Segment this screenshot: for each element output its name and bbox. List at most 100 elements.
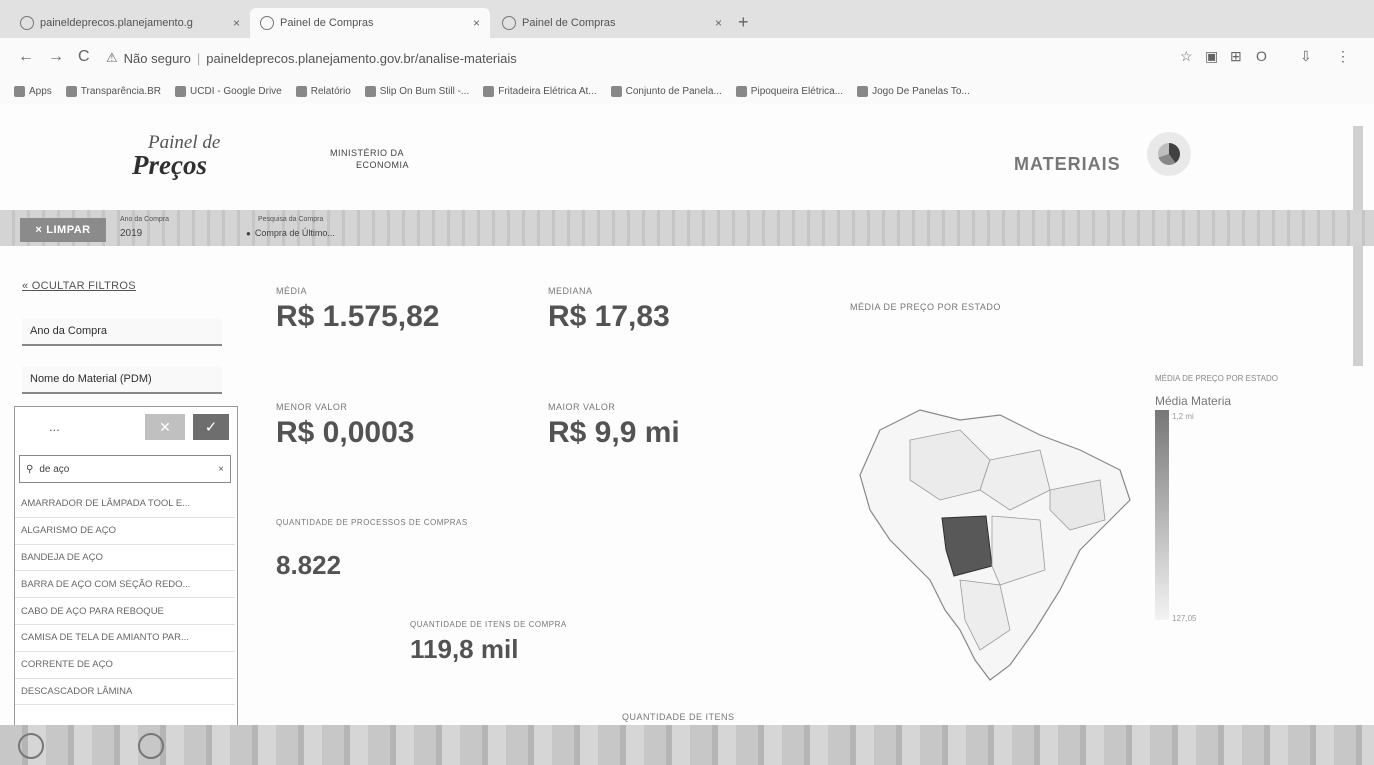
list-item[interactable]: ALGARISMO DE AÇO bbox=[15, 518, 235, 545]
scrollbar[interactable] bbox=[1353, 126, 1363, 366]
bookmark-icon bbox=[610, 85, 622, 97]
start-icon[interactable] bbox=[18, 733, 44, 759]
kpi-maior-value: R$ 9,9 mi bbox=[548, 416, 680, 449]
bookmarks-bar: Apps Transparência.BR UCDI - Google Driv… bbox=[0, 78, 1374, 105]
close-tab-icon[interactable]: × bbox=[715, 16, 722, 30]
filter-year[interactable]: Ano da Compra bbox=[22, 318, 222, 346]
bookmark-icon bbox=[65, 85, 77, 97]
confirm-selection-button[interactable]: ✓ bbox=[193, 414, 229, 440]
security-label: Não seguro bbox=[123, 50, 191, 66]
legend-min: 127,05 bbox=[1172, 614, 1197, 623]
legend-max: 1,2 mi bbox=[1172, 412, 1194, 421]
warning-icon: ⚠ bbox=[106, 50, 118, 65]
list-item[interactable]: CORRENTE DE AÇO bbox=[15, 652, 235, 679]
kpi-menor-value: R$ 0,0003 bbox=[276, 416, 415, 449]
browser-tab-active[interactable]: Painel de Compras × bbox=[250, 8, 490, 38]
tab-title: Painel de Compras bbox=[280, 17, 374, 29]
download-icon[interactable]: ⇩ bbox=[1300, 48, 1312, 65]
selection-label: Pesquisa da Compra bbox=[258, 216, 324, 223]
section-label: QUANTIDADE DE ITENS bbox=[622, 712, 735, 722]
bookmark-icon bbox=[735, 85, 747, 97]
bookmark-item[interactable]: Conjunto de Panela... bbox=[610, 85, 722, 97]
browser-tab[interactable]: paineldeprecos.planejamento.g × bbox=[10, 8, 250, 38]
back-icon[interactable]: ← bbox=[18, 48, 34, 66]
listbox-items: AMARRADOR DE LÂMPADA TOOL E... ALGARISMO… bbox=[15, 491, 235, 706]
bookmark-item[interactable]: Jogo De Panelas To... bbox=[857, 85, 970, 97]
listbox-menu[interactable]: ... bbox=[49, 419, 60, 434]
material-listbox: ... ✕ ✓ ⚲ de aço × AMARRADOR DE LÂMPADA … bbox=[14, 406, 238, 726]
browser-tab-bar: paineldeprecos.planejamento.g × Painel d… bbox=[0, 0, 1374, 38]
address-bar: ← → C ⚠ Não seguro | paineldeprecos.plan… bbox=[0, 38, 1374, 78]
kpi-media-label: MÉDIA bbox=[276, 286, 308, 296]
kpi-mediana-value: R$ 17,83 bbox=[548, 300, 670, 333]
list-item[interactable]: DESCASCADOR LÂMINA bbox=[15, 679, 235, 706]
list-item[interactable]: BANDEJA DE AÇO bbox=[15, 545, 235, 572]
new-tab-button[interactable]: + bbox=[738, 12, 749, 33]
forward-icon[interactable]: → bbox=[48, 48, 64, 66]
selection-label: Ano da Compra bbox=[120, 216, 170, 223]
list-item[interactable]: CAMISA DE TELA DE AMIANTO PAR... bbox=[15, 625, 235, 652]
module-title: MATERIAIS bbox=[1014, 154, 1121, 174]
close-icon: × bbox=[35, 224, 43, 236]
bookmark-item[interactable]: Transparência.BR bbox=[65, 85, 161, 97]
close-tab-icon[interactable]: × bbox=[473, 16, 480, 30]
search-value: de aço bbox=[39, 463, 70, 475]
selection-value[interactable]: Compra de Último... bbox=[246, 228, 335, 238]
drive-icon bbox=[175, 85, 187, 97]
chrome-icon[interactable] bbox=[138, 733, 164, 759]
logo-text: Preços bbox=[132, 150, 207, 180]
kpi-media-value: R$ 1.575,82 bbox=[276, 300, 440, 333]
list-item[interactable]: CABO DE AÇO PARA REBOQUE bbox=[15, 598, 235, 625]
browser-tab[interactable]: Painel de Compras × bbox=[492, 8, 732, 38]
globe-icon bbox=[260, 16, 274, 30]
brazil-state-map[interactable] bbox=[850, 380, 1140, 690]
tab-title: paineldeprecos.planejamento.g bbox=[40, 17, 193, 29]
apps-icon bbox=[14, 85, 25, 97]
bookmark-item[interactable]: Relatório bbox=[295, 85, 351, 97]
ministry-label: ECONOMIA bbox=[356, 160, 410, 170]
kpi-processos-value: 8.822 bbox=[276, 550, 342, 580]
bookmark-icon bbox=[857, 85, 869, 97]
bookmark-item[interactable]: Pipoqueira Elétrica... bbox=[735, 85, 843, 97]
bookmark-icon bbox=[295, 85, 307, 97]
extension-icon[interactable]: ▣ bbox=[1205, 48, 1218, 65]
legend-color-scale bbox=[1155, 410, 1169, 620]
hide-filters-link[interactable]: « OCULTAR FILTROS bbox=[22, 280, 136, 292]
kpi-itens-label: QUANTIDADE DE ITENS DE COMPRA bbox=[410, 620, 567, 629]
globe-icon bbox=[20, 16, 34, 30]
list-item[interactable]: AMARRADOR DE LÂMPADA TOOL E... bbox=[15, 491, 235, 518]
globe-icon bbox=[502, 16, 516, 30]
clear-filters-button[interactable]: × LIMPAR bbox=[20, 218, 106, 242]
clear-search-icon[interactable]: × bbox=[218, 464, 224, 475]
translate-icon[interactable]: ⊞ bbox=[1230, 48, 1242, 65]
menu-icon[interactable]: ⋮ bbox=[1336, 48, 1350, 65]
close-tab-icon[interactable]: × bbox=[233, 16, 240, 30]
kpi-maior-label: MAIOR VALOR bbox=[548, 402, 616, 412]
tab-title: Painel de Compras bbox=[522, 17, 616, 29]
kpi-itens-value: 119,8 mil bbox=[410, 634, 519, 664]
bookmark-icon bbox=[483, 85, 495, 97]
bookmark-item[interactable]: Slip On Bum Still -... bbox=[364, 85, 469, 97]
selection-bar bbox=[0, 210, 1374, 246]
map-title: MÉDIA DE PREÇO POR ESTADO bbox=[850, 302, 1001, 312]
search-icon: ⚲ bbox=[26, 463, 34, 475]
ministry-label: MINISTÉRIO DA bbox=[330, 148, 405, 158]
star-icon[interactable]: ☆ bbox=[1180, 48, 1193, 65]
legend-subtitle: MÉDIA DE PREÇO POR ESTADO bbox=[1155, 374, 1278, 383]
bookmark-apps[interactable]: Apps bbox=[14, 85, 52, 97]
url-text: paineldeprecos.planejamento.gov.br/anali… bbox=[206, 50, 517, 66]
listbox-search-input[interactable]: ⚲ de aço × bbox=[19, 455, 231, 483]
opera-icon[interactable]: O bbox=[1256, 48, 1267, 64]
filter-material-name[interactable]: Nome do Material (PDM) bbox=[22, 366, 222, 394]
legend-title: Média Materia bbox=[1155, 394, 1232, 408]
bookmark-item[interactable]: UCDI - Google Drive bbox=[175, 85, 282, 97]
kpi-processos-label: QUANTIDADE DE PROCESSOS DE COMPRAS bbox=[276, 518, 468, 527]
pie-chart-icon[interactable] bbox=[1147, 132, 1191, 176]
list-item[interactable]: BARRA DE AÇO COM SEÇÃO REDO... bbox=[15, 571, 235, 599]
bookmark-icon bbox=[364, 85, 376, 97]
selection-value[interactable]: 2019 bbox=[120, 228, 142, 239]
cancel-selection-button[interactable]: ✕ bbox=[145, 414, 185, 440]
reload-icon[interactable]: C bbox=[78, 48, 90, 66]
url-field[interactable]: ⚠ Não seguro | paineldeprecos.planejamen… bbox=[106, 46, 1086, 70]
bookmark-item[interactable]: Fritadeira Elétrica At... bbox=[483, 85, 597, 97]
